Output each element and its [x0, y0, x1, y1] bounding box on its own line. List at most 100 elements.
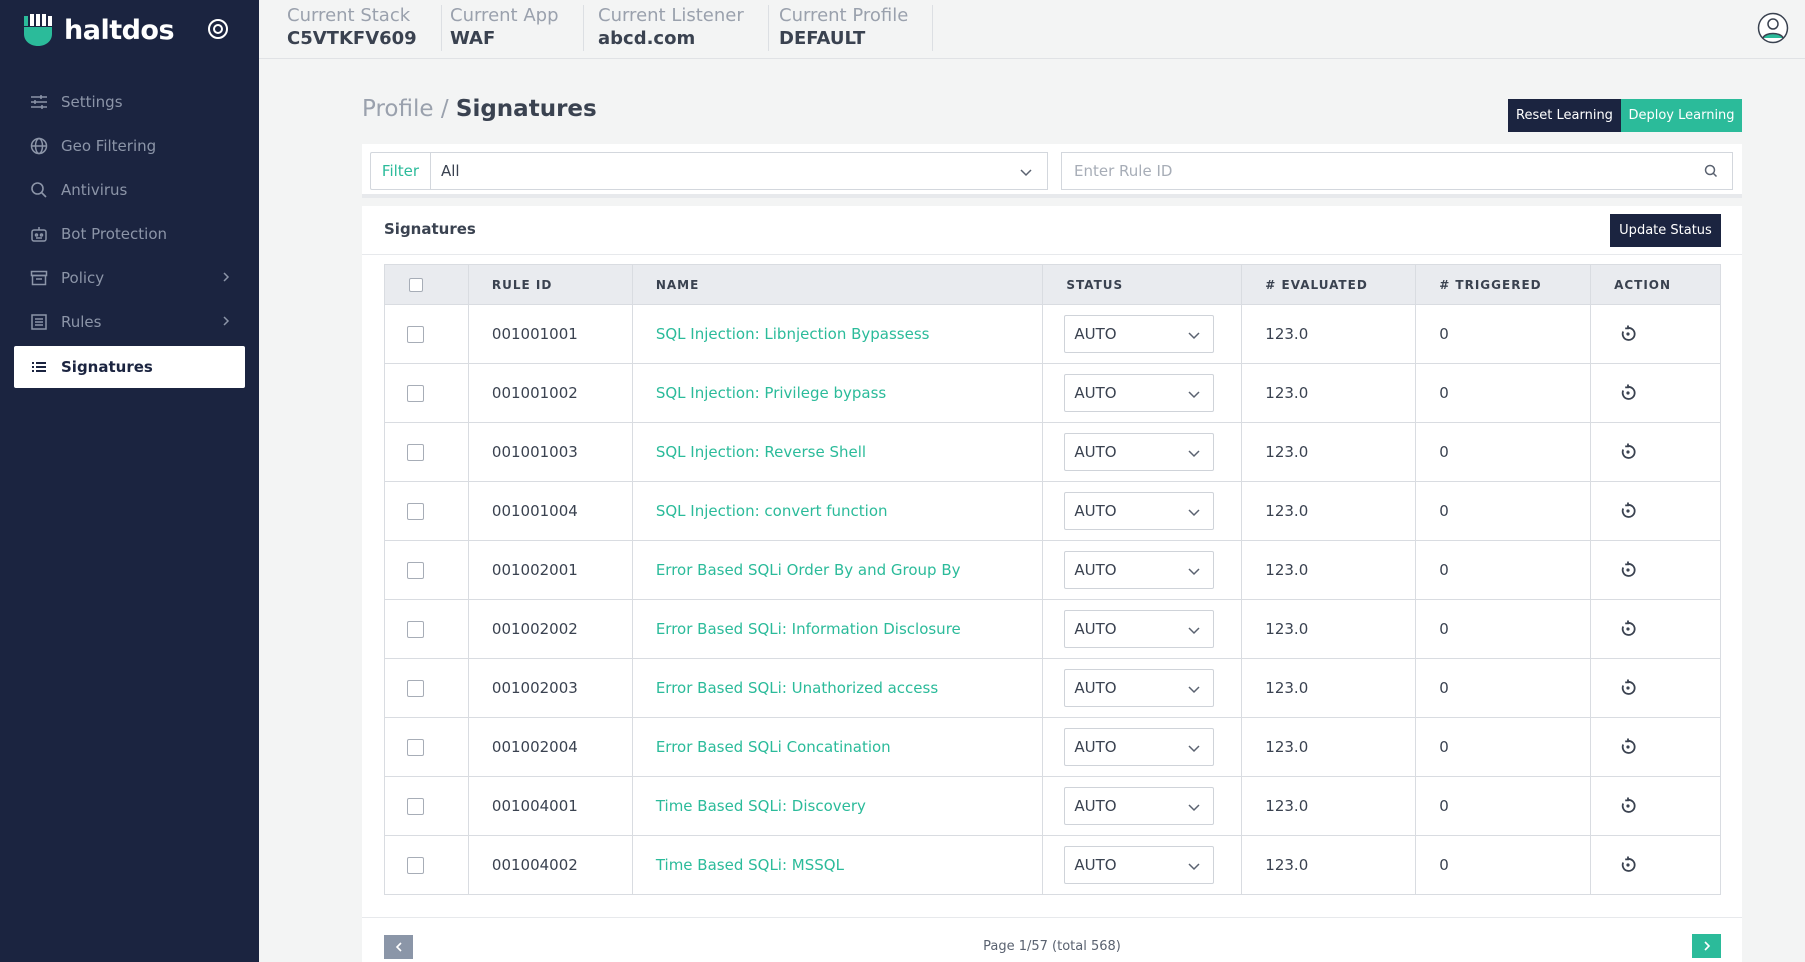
column-header[interactable]: # EVALUATED [1241, 264, 1417, 305]
row-checkbox[interactable] [407, 739, 424, 756]
rule-name-link[interactable]: Error Based SQLi: Unathorized access [631, 658, 1044, 718]
row-checkbox[interactable] [407, 562, 424, 579]
filter-select[interactable]: All [430, 152, 1048, 190]
rule-name-link[interactable]: SQL Injection: Reverse Shell [631, 422, 1044, 482]
reset-icon[interactable] [1619, 679, 1637, 697]
sidebar-item-rules[interactable]: Rules [0, 300, 259, 344]
reset-icon[interactable] [1619, 325, 1637, 343]
top-header: Current Stack C5VTKFV609 Current App WAF… [259, 0, 1805, 59]
chevron-down-icon [1188, 863, 1200, 871]
chevron-down-icon [1188, 509, 1200, 517]
status-select[interactable]: AUTO [1064, 787, 1215, 825]
reset-icon[interactable] [1619, 620, 1637, 638]
row-checkbox[interactable] [407, 385, 424, 402]
current-stack[interactable]: Current Stack C5VTKFV609 [287, 5, 442, 51]
rule-name-link[interactable]: Time Based SQLi: Discovery [631, 776, 1044, 836]
row-checkbox[interactable] [407, 326, 424, 343]
breadcrumb-parent[interactable]: Profile [362, 96, 434, 122]
rule-name-link[interactable]: Error Based SQLi Order By and Group By [631, 540, 1044, 600]
sidebar-item-bot-protection[interactable]: Bot Protection [0, 212, 259, 256]
column-header[interactable]: NAME [631, 264, 1044, 305]
rule-name-link[interactable]: SQL Injection: Libnjection Bypassess [631, 304, 1044, 364]
row-checkbox[interactable] [407, 798, 424, 815]
rule-id-cell: 001004001 [467, 776, 633, 836]
reset-icon[interactable] [1619, 856, 1637, 874]
reset-icon[interactable] [1619, 384, 1637, 402]
signatures-table: RULE ID NAME STATUS # EVALUATED # TRIGGE… [384, 264, 1721, 895]
status-select[interactable]: AUTO [1064, 492, 1215, 530]
sidebar-item-settings[interactable]: Settings [0, 80, 259, 124]
sidebar-item-signatures[interactable]: Signatures [14, 346, 245, 388]
rule-id-cell: 001002001 [467, 540, 633, 600]
reset-learning-button[interactable]: Reset Learning [1508, 99, 1621, 132]
rule-name-link[interactable]: Error Based SQLi: Information Disclosure [631, 599, 1044, 659]
row-checkbox[interactable] [407, 444, 424, 461]
row-checkbox[interactable] [407, 621, 424, 638]
brand-name: haltdos [64, 14, 175, 46]
row-checkbox[interactable] [407, 857, 424, 874]
status-select[interactable]: AUTO [1064, 728, 1215, 766]
row-checkbox[interactable] [407, 680, 424, 697]
evaluated-cell: 123.0 [1241, 717, 1417, 777]
rule-id-search-input[interactable] [1061, 152, 1733, 190]
user-avatar-icon[interactable] [1757, 12, 1789, 44]
status-select[interactable]: AUTO [1064, 669, 1215, 707]
rule-name-link[interactable]: Error Based SQLi Concatination [631, 717, 1044, 777]
chevron-down-icon [1188, 450, 1200, 458]
status-cell: AUTO [1042, 717, 1243, 777]
reset-icon[interactable] [1619, 561, 1637, 579]
rule-name-link[interactable]: SQL Injection: Privilege bypass [631, 363, 1044, 423]
next-page-button[interactable] [1692, 934, 1721, 958]
chevron-right-icon [1703, 941, 1710, 951]
sidebar-item-antivirus[interactable]: Antivirus [0, 168, 259, 212]
rule-name-link[interactable]: SQL Injection: convert function [631, 481, 1044, 541]
action-cell [1590, 422, 1721, 482]
current-app[interactable]: Current App WAF [450, 5, 584, 51]
reset-icon[interactable] [1619, 797, 1637, 815]
action-cell [1590, 717, 1721, 777]
status-select[interactable]: AUTO [1064, 315, 1215, 353]
status-cell: AUTO [1042, 540, 1243, 600]
column-header[interactable]: RULE ID [467, 264, 633, 305]
status-value: AUTO [1074, 797, 1117, 815]
sidebar-item-policy[interactable]: Policy [0, 256, 259, 300]
sidebar-toggle-icon[interactable] [206, 17, 230, 41]
table-row: 001002004 Error Based SQLi Concatination A… [384, 717, 1721, 777]
divider [362, 254, 1742, 255]
deploy-learning-button[interactable]: Deploy Learning [1621, 99, 1742, 132]
current-profile[interactable]: Current Profile DEFAULT [779, 5, 934, 51]
current-app-label: Current App [450, 5, 559, 26]
sidebar-item-geo-filtering[interactable]: Geo Filtering [0, 124, 259, 168]
reset-icon[interactable] [1619, 502, 1637, 520]
rule-name-link[interactable]: Time Based SQLi: MSSQL [631, 835, 1044, 895]
table-row: 001004002 Time Based SQLi: MSSQL AUTO 123.0… [384, 835, 1721, 895]
search-icon[interactable] [1701, 161, 1721, 181]
sidebar-item-label: Signatures [61, 358, 153, 376]
status-select[interactable]: AUTO [1064, 610, 1215, 648]
reset-icon[interactable] [1619, 738, 1637, 756]
action-cell [1590, 304, 1721, 364]
breadcrumb-separator: / [440, 96, 449, 122]
column-header[interactable]: # TRIGGERED [1415, 264, 1592, 305]
evaluated-cell: 123.0 [1241, 835, 1417, 895]
reset-icon[interactable] [1619, 443, 1637, 461]
table-row: 001001001 SQL Injection: Libnjection Bypa… [384, 304, 1721, 364]
chevron-down-icon [1188, 627, 1200, 635]
evaluated-cell: 123.0 [1241, 304, 1417, 364]
select-all-checkbox[interactable] [409, 277, 423, 292]
table-row: 001001004 SQL Injection: convert function… [384, 481, 1721, 541]
status-select[interactable]: AUTO [1064, 551, 1215, 589]
status-select[interactable]: AUTO [1064, 374, 1215, 412]
current-listener[interactable]: Current Listener abcd.com [598, 5, 769, 51]
evaluated-cell: 123.0 [1241, 422, 1417, 482]
status-select[interactable]: AUTO [1064, 433, 1215, 471]
brand[interactable]: haltdos [22, 13, 175, 47]
column-header[interactable]: STATUS [1042, 264, 1243, 305]
action-cell [1590, 835, 1721, 895]
globe-icon [29, 136, 49, 156]
update-status-button[interactable]: Update Status [1610, 214, 1721, 247]
chevron-down-icon [1020, 169, 1032, 177]
status-select[interactable]: AUTO [1064, 846, 1215, 884]
status-cell: AUTO [1042, 658, 1243, 718]
row-checkbox[interactable] [407, 503, 424, 520]
